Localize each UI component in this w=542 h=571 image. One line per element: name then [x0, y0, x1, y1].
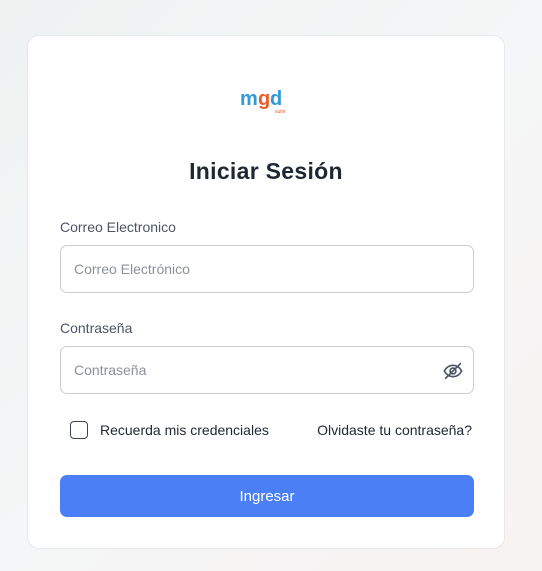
password-label: Contraseña — [60, 320, 133, 336]
password-field[interactable] — [74, 347, 434, 393]
login-submit-button[interactable]: Ingresar — [60, 475, 474, 517]
eye-off-icon[interactable] — [442, 360, 464, 382]
logo-suffix: suite — [275, 109, 286, 115]
email-field-wrapper[interactable] — [60, 245, 474, 293]
mgd-suite-logo: m g d suite — [240, 88, 286, 115]
remember-credentials-toggle[interactable]: Recuerda mis credenciales — [70, 419, 269, 441]
forgot-password-link[interactable]: Olvidaste tu contraseña? — [317, 422, 472, 438]
login-card: m g d suite Iniciar Sesión Correo Electr… — [27, 35, 505, 549]
logo-letter-m: m — [240, 88, 258, 110]
remember-checkbox[interactable] — [70, 421, 88, 439]
logo-letter-d: d — [270, 88, 282, 110]
email-field[interactable] — [74, 246, 434, 292]
logo-letter-g: g — [258, 88, 270, 110]
email-label: Correo Electronico — [60, 219, 176, 235]
password-field-wrapper[interactable] — [60, 346, 474, 394]
page-title: Iniciar Sesión — [189, 158, 343, 184]
remember-label: Recuerda mis credenciales — [100, 422, 269, 438]
